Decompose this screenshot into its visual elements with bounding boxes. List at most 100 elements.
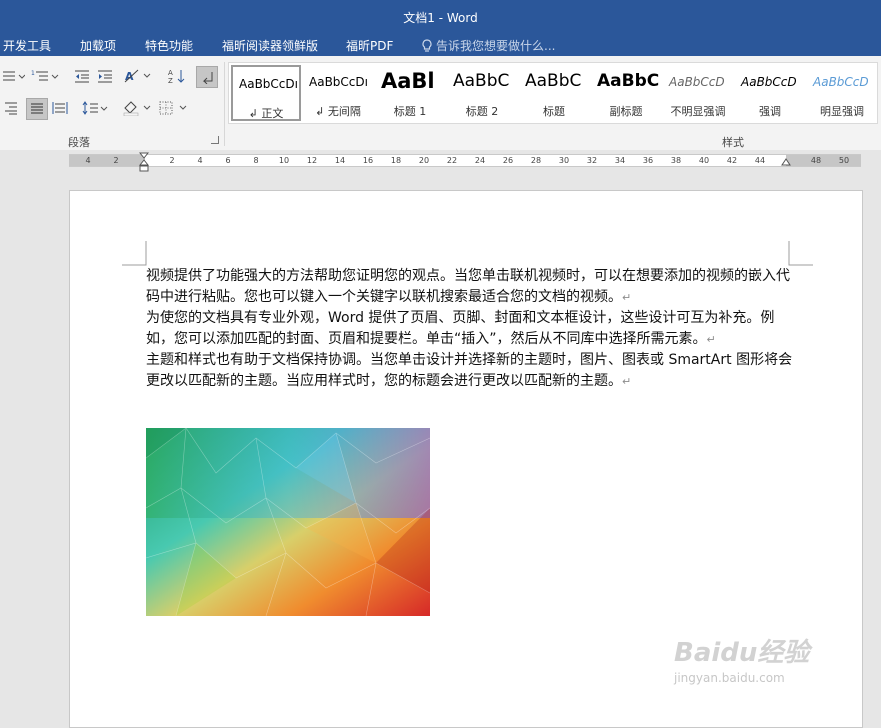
- ruler-number: 16: [362, 156, 374, 165]
- ruler-number: 36: [642, 156, 654, 165]
- sort-button[interactable]: AZ: [166, 66, 188, 86]
- horizontal-ruler[interactable]: 4 2 2 4 6 8 10 12 14 16 18 20 22 24 26 2…: [69, 154, 861, 167]
- styles-gallery: AaBbCcDı ↲ 正文 AaBbCcDı ↲ 无间隔 AaBl 标题 1 A…: [228, 62, 878, 124]
- ruler-margin-left: [69, 155, 145, 166]
- justify-icon: [31, 103, 43, 114]
- ruler-number: 2: [113, 156, 119, 165]
- paragraph-text: 为使您的文档具有专业外观，Word 提供了页眉、页脚、封面和文本框设计，这些设计…: [146, 310, 775, 347]
- style-subtitle[interactable]: AaBbC 副标题: [591, 65, 661, 121]
- tab-addins[interactable]: 加载项: [80, 37, 116, 54]
- ruler-number: 22: [446, 156, 458, 165]
- distributed-icon: [52, 102, 68, 114]
- ruler-number: 48: [810, 156, 822, 165]
- style-sample: AaBbCcD: [813, 75, 869, 89]
- style-intense-emphasis[interactable]: AaBbCcD 明显强调: [807, 65, 877, 121]
- first-line-indent-marker[interactable]: [139, 152, 149, 172]
- paragraph[interactable]: 为使您的文档具有专业外观，Word 提供了页眉、页脚、封面和文本框设计，这些设计…: [146, 308, 796, 350]
- inserted-picture[interactable]: [146, 428, 430, 616]
- ruler-number: 10: [278, 156, 290, 165]
- svg-text:Z: Z: [168, 77, 173, 84]
- lightbulb-icon: [422, 39, 432, 52]
- align-right-button[interactable]: [0, 98, 22, 118]
- style-sample: AaBbCcDı: [239, 77, 298, 91]
- style-sample: AaBbC: [597, 71, 660, 91]
- ruler-number: 30: [558, 156, 570, 165]
- baidu-watermark: Baidu经验 jingyan.baidu.com: [674, 632, 809, 685]
- style-sample: AaBbC: [525, 71, 582, 91]
- svg-text:1: 1: [31, 70, 35, 77]
- ribbon-tabs: 开发工具 加载项 特色功能 福昕阅读器领鲜版 福昕PDF 告诉我您想要做什么..…: [0, 32, 881, 56]
- borders-button[interactable]: [158, 98, 190, 118]
- ruler-number: 8: [253, 156, 259, 165]
- document-body[interactable]: 视频提供了功能强大的方法帮助您证明您的观点。当您单击联机视频时，可以在想要添加的…: [146, 266, 796, 392]
- distributed-button[interactable]: [50, 98, 70, 118]
- line-spacing-icon: [82, 101, 108, 115]
- style-heading-1[interactable]: AaBl 标题 1: [375, 65, 445, 121]
- increase-indent-icon: [98, 70, 112, 83]
- group-separator: [224, 62, 225, 146]
- pilcrow-icon: [202, 72, 213, 84]
- style-name: ↲ 无间隔: [315, 105, 361, 118]
- style-normal[interactable]: AaBbCcDı ↲ 正文: [231, 65, 301, 121]
- ruler-number: 40: [698, 156, 710, 165]
- paragraph[interactable]: 视频提供了功能强大的方法帮助您证明您的观点。当您单击联机视频时，可以在想要添加的…: [146, 266, 796, 308]
- tab-developer[interactable]: 开发工具: [3, 37, 51, 54]
- paint-bucket-icon: [123, 101, 151, 116]
- decrease-indent-button[interactable]: [72, 66, 92, 86]
- style-sample: AaBbC: [453, 71, 510, 91]
- style-name: 标题: [543, 105, 565, 118]
- ruler-number: 6: [225, 156, 231, 165]
- increase-indent-button[interactable]: [95, 66, 115, 86]
- style-subtle-emphasis[interactable]: AaBbCcD 不明显强调: [663, 65, 733, 121]
- watermark-brand: Baidu经验: [674, 638, 810, 668]
- ruler-number: 42: [726, 156, 738, 165]
- style-name: 标题 2: [465, 105, 499, 118]
- paragraph[interactable]: 主题和样式也有助于文档保持协调。当您单击设计并选择新的主题时，图片、图表或 Sm…: [146, 350, 796, 392]
- tab-foxit-pdf[interactable]: 福昕PDF: [346, 37, 393, 54]
- window-title: 文档1 - Word: [403, 11, 478, 25]
- paragraph-group-label: 段落: [68, 136, 90, 149]
- ruler-number: 50: [838, 156, 850, 165]
- margin-corner-marker: [122, 241, 147, 266]
- chinese-layout-button[interactable]: A: [124, 66, 154, 86]
- sort-icon: AZ: [168, 69, 185, 84]
- watermark-url: jingyan.baidu.com: [674, 671, 785, 685]
- list-icon: [3, 71, 25, 81]
- show-formatting-marks-button[interactable]: [196, 66, 218, 88]
- style-name: 强调: [759, 105, 781, 118]
- align-right-icon: [5, 102, 17, 115]
- ruler-number: 20: [418, 156, 430, 165]
- justify-button[interactable]: [26, 98, 48, 120]
- numbering-button[interactable]: 1: [30, 66, 60, 86]
- style-name: ↲ 正文: [248, 107, 284, 120]
- style-emphasis[interactable]: AaBbCcD 强调: [735, 65, 805, 121]
- ruler-number: 32: [586, 156, 598, 165]
- style-no-spacing[interactable]: AaBbCcDı ↲ 无间隔: [303, 65, 373, 121]
- paragraph-text: 视频提供了功能强大的方法帮助您证明您的观点。当您单击联机视频时，可以在想要添加的…: [146, 268, 790, 305]
- ruler-number: 2: [169, 156, 175, 165]
- border-icon: [159, 101, 187, 115]
- style-title[interactable]: AaBbC 标题: [519, 65, 589, 121]
- tab-foxit-reader[interactable]: 福昕阅读器领鲜版: [222, 37, 318, 54]
- margin-corner-marker: [788, 241, 813, 266]
- ruler-number: 44: [754, 156, 766, 165]
- paragraph-mark: ↵: [706, 333, 716, 346]
- style-name: 副标题: [609, 105, 643, 118]
- style-heading-2[interactable]: AaBbC 标题 2: [447, 65, 517, 121]
- style-name: 不明显强调: [670, 105, 726, 118]
- shading-button[interactable]: [122, 98, 154, 118]
- line-spacing-button[interactable]: [80, 98, 108, 118]
- tell-me-box[interactable]: 告诉我您想要做什么...: [421, 37, 555, 54]
- tell-me-placeholder: 告诉我您想要做什么...: [436, 39, 556, 53]
- multilevel-list-button[interactable]: [0, 66, 26, 86]
- ruler-number: 34: [614, 156, 626, 165]
- right-indent-marker[interactable]: [781, 156, 791, 166]
- ruler-area: 4 2 2 4 6 8 10 12 14 16 18 20 22 24 26 2…: [0, 150, 881, 172]
- ruler-number: 18: [390, 156, 402, 165]
- style-name: 标题 1: [393, 105, 427, 118]
- ruler-number: 26: [502, 156, 514, 165]
- style-sample: AaBbCcD: [669, 75, 725, 89]
- paragraph-dialog-launcher[interactable]: [211, 136, 219, 144]
- style-name: 明显强调: [820, 105, 864, 118]
- tab-special-features[interactable]: 特色功能: [145, 37, 193, 54]
